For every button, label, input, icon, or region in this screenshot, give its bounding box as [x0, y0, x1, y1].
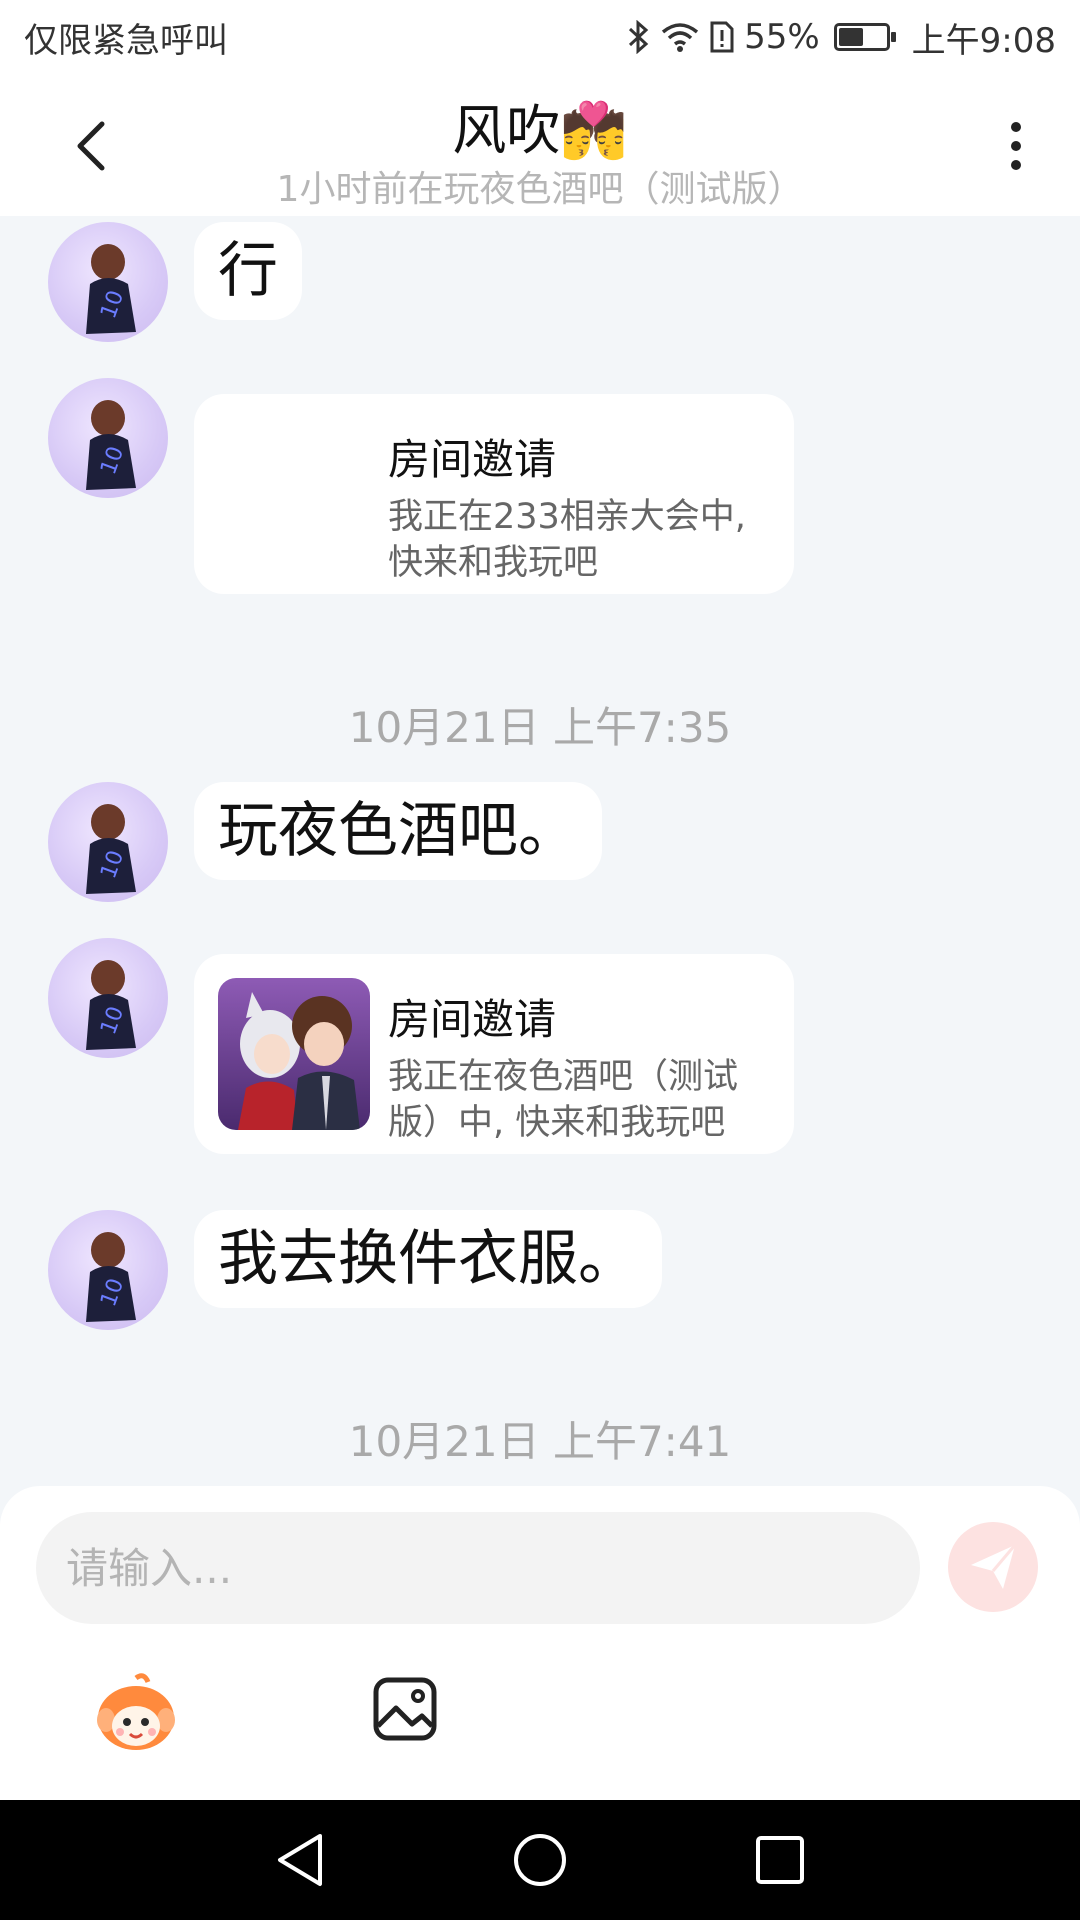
invite-title: 房间邀请 — [388, 435, 557, 484]
clock: 上午9:08 — [911, 20, 1056, 61]
timestamp: 10月21日 上午7:35 — [348, 703, 732, 752]
status-icons: 55% 上午9:08 — [628, 13, 1056, 62]
battery-fill — [838, 28, 864, 46]
chat-header: 风吹💏 1小时前在玩夜色酒吧（测试版） — [0, 74, 1080, 216]
avatar-character-icon: 10 — [86, 960, 136, 1050]
chat-title: 风吹💏 — [452, 99, 628, 162]
sim-alert-icon — [710, 21, 734, 53]
nav-back-button[interactable] — [270, 1830, 330, 1890]
nav-home-button[interactable] — [510, 1830, 570, 1890]
more-dot-icon — [1011, 122, 1021, 132]
more-dot-icon — [1011, 160, 1021, 170]
send-icon — [971, 1544, 1017, 1589]
image-icon — [373, 1677, 437, 1741]
avatar[interactable]: 10 — [48, 938, 168, 1058]
avatar[interactable]: 10 — [48, 782, 168, 902]
message-text: 我去换件衣服。 — [218, 1224, 638, 1294]
message-list[interactable]: 10 行 10 房间邀请 我正在233相亲大会中,快来和我玩吧 10月21日 上… — [0, 216, 1080, 1486]
message-text: 玩夜色酒吧。 — [218, 796, 578, 866]
invite-description: 我正在233相亲大会中,快来和我玩吧 — [388, 497, 746, 583]
nav-recents-button[interactable] — [750, 1830, 810, 1890]
avatar-character-icon: 10 — [86, 1232, 136, 1322]
avatar-character-icon: 10 — [86, 804, 136, 894]
triangle-back-icon — [278, 1834, 322, 1886]
carrier-text: 仅限紧急呼叫 — [24, 20, 228, 61]
message-input-container[interactable] — [36, 1512, 920, 1624]
message-bubble[interactable]: 行 — [194, 222, 302, 320]
avatar[interactable]: 10 — [48, 1210, 168, 1330]
game-thumbnail — [218, 978, 370, 1130]
message-bubble[interactable]: 我去换件衣服。 — [194, 1210, 662, 1308]
emoji-button[interactable] — [92, 1670, 180, 1758]
circle-home-icon — [514, 1834, 566, 1886]
game-cover-image — [218, 978, 370, 1130]
battery-icon — [833, 23, 896, 51]
square-recents-icon — [756, 1836, 804, 1884]
message-bubble[interactable]: 玩夜色酒吧。 — [194, 782, 602, 880]
message-input[interactable] — [66, 1543, 890, 1593]
message-text: 行 — [218, 236, 278, 306]
avatar-character-icon: 10 — [86, 244, 136, 334]
invite-title: 房间邀请 — [388, 995, 557, 1044]
wifi-icon — [660, 21, 700, 53]
system-nav-bar — [0, 1800, 1080, 1920]
more-options-button[interactable] — [992, 114, 1040, 178]
image-button[interactable] — [372, 1676, 438, 1742]
bluetooth-icon — [628, 20, 650, 54]
mascot-emoji-icon — [97, 1673, 175, 1750]
send-button[interactable] — [948, 1522, 1038, 1612]
avatar[interactable]: 10 — [48, 222, 168, 342]
avatar[interactable]: 10 — [48, 378, 168, 498]
room-invite-card[interactable]: 房间邀请 我正在233相亲大会中,快来和我玩吧 — [194, 394, 794, 594]
timestamp: 10月21日 上午7:41 — [348, 1417, 732, 1466]
invite-description: 我正在夜色酒吧（测试版）中, 快来和我玩吧 — [388, 1057, 739, 1143]
room-invite-card[interactable]: 房间邀请 我正在夜色酒吧（测试版）中, 快来和我玩吧 — [194, 954, 794, 1154]
avatar-character-icon: 10 — [86, 400, 136, 490]
chat-subtitle: 1小时前在玩夜色酒吧（测试版） — [276, 169, 804, 210]
status-bar: 仅限紧急呼叫 55% 上午9:08 — [0, 0, 1080, 74]
battery-percent: 55% — [744, 17, 820, 57]
more-dot-icon — [1011, 141, 1021, 151]
input-panel — [0, 1486, 1080, 1800]
